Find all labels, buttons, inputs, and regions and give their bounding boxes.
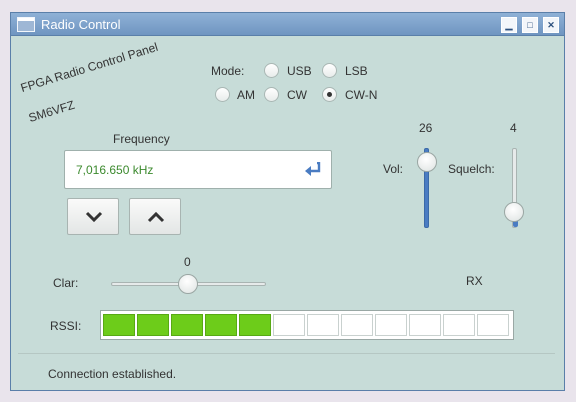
mode-radio-usb[interactable] [264,63,279,78]
rssi-segment [137,314,169,336]
maximize-button[interactable]: □ [522,17,538,33]
mode-radio-cw[interactable] [264,87,279,102]
frequency-down-button[interactable] [67,198,119,235]
chevron-up-icon [147,211,165,223]
rssi-segment [477,314,509,336]
rssi-meter [100,310,514,340]
frequency-value: 7,016.650 kHz [76,163,154,177]
mode-label-am: AM [237,88,255,102]
rssi-segment [443,314,475,336]
frequency-input[interactable]: 7,016.650 kHz [64,150,332,189]
mode-label: Mode: [211,64,245,78]
chevron-down-icon [85,211,103,223]
clarifier-value: 0 [184,255,191,269]
mode-label-lsb: LSB [345,64,368,78]
squelch-value: 4 [510,121,517,135]
window-app-icon [17,17,35,32]
rssi-segment [103,314,135,336]
mode-radio-cw-n[interactable] [322,87,337,102]
mode-label-usb: USB [287,64,312,78]
minimize-button[interactable]: ▁ [501,17,517,33]
squelch-slider-handle[interactable] [504,202,524,222]
logo-title: FPGA Radio Control Panel [18,39,160,95]
clarifier-label: Clar: [53,276,79,290]
rx-indicator: RX [466,274,483,288]
rssi-segment [205,314,237,336]
rssi-segment [171,314,203,336]
rssi-segment [307,314,339,336]
volume-label: Vol: [383,162,404,176]
squelch-label: Squelch: [448,162,495,176]
logo-callsign: SM6VFZ [26,97,77,125]
rssi-segment [375,314,407,336]
window-title: Radio Control [41,17,121,32]
close-button[interactable]: ✕ [543,17,559,33]
mode-label-cw: CW [287,88,307,102]
enter-icon[interactable] [304,162,321,177]
mode-radio-lsb[interactable] [322,63,337,78]
status-text: Connection established. [48,367,177,381]
rssi-segment [409,314,441,336]
volume-value: 26 [419,121,433,135]
frequency-up-button[interactable] [129,198,181,235]
mode-radio-am[interactable] [215,87,230,102]
clarifier-slider-handle[interactable] [178,274,198,294]
mode-label-cw-n: CW-N [345,88,378,102]
rssi-segment [239,314,271,336]
title-bar[interactable]: Radio Control ▁ □ ✕ [11,13,564,36]
radio-control-window: Radio Control ▁ □ ✕ FPGA Radio Control P… [10,12,565,391]
divider [18,353,555,354]
frequency-label: Frequency [113,132,170,146]
rssi-segment [273,314,305,336]
rssi-label: RSSI: [50,319,82,333]
rssi-segment [341,314,373,336]
volume-slider-handle[interactable] [417,152,437,172]
